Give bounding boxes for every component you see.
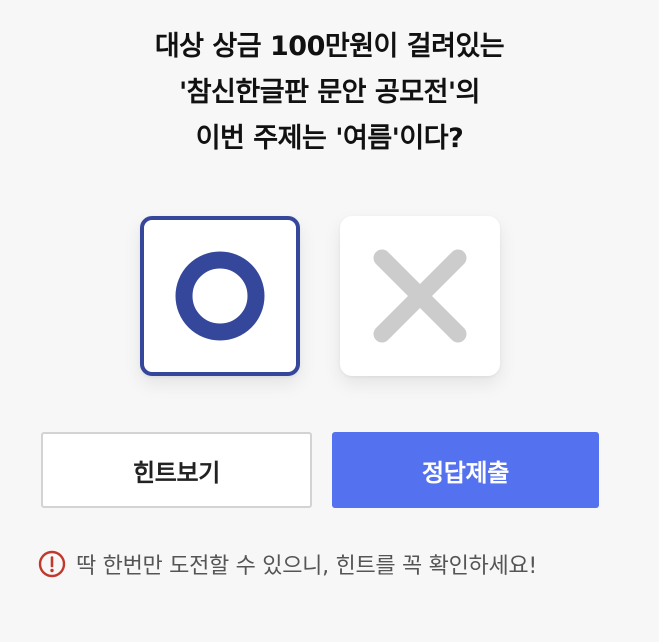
answer-o-button[interactable] bbox=[140, 216, 300, 376]
notice-message: 딱 한번만 도전할 수 있으니, 힌트를 꼭 확인하세요! bbox=[38, 548, 537, 580]
question-text: 대상 상금 100만원이 걸려있는 '참신한글판 문안 공모전'의 이번 주제는… bbox=[0, 24, 659, 162]
answer-x-button[interactable] bbox=[340, 216, 500, 376]
question-line-3: 이번 주제는 '여름'이다? bbox=[195, 123, 464, 154]
hint-button[interactable]: 힌트보기 bbox=[41, 432, 312, 508]
question-line-1: 대상 상금 100만원이 걸려있는 bbox=[154, 31, 505, 62]
notice-text: 딱 한번만 도전할 수 있으니, 힌트를 꼭 확인하세요! bbox=[76, 554, 537, 579]
x-mark-icon bbox=[373, 249, 467, 343]
question-line-2: '참신한글판 문안 공모전'의 bbox=[178, 77, 481, 108]
submit-answer-button[interactable]: 정답제출 bbox=[332, 432, 599, 508]
circle-o-icon bbox=[175, 251, 265, 341]
warning-circle-icon bbox=[38, 550, 66, 578]
